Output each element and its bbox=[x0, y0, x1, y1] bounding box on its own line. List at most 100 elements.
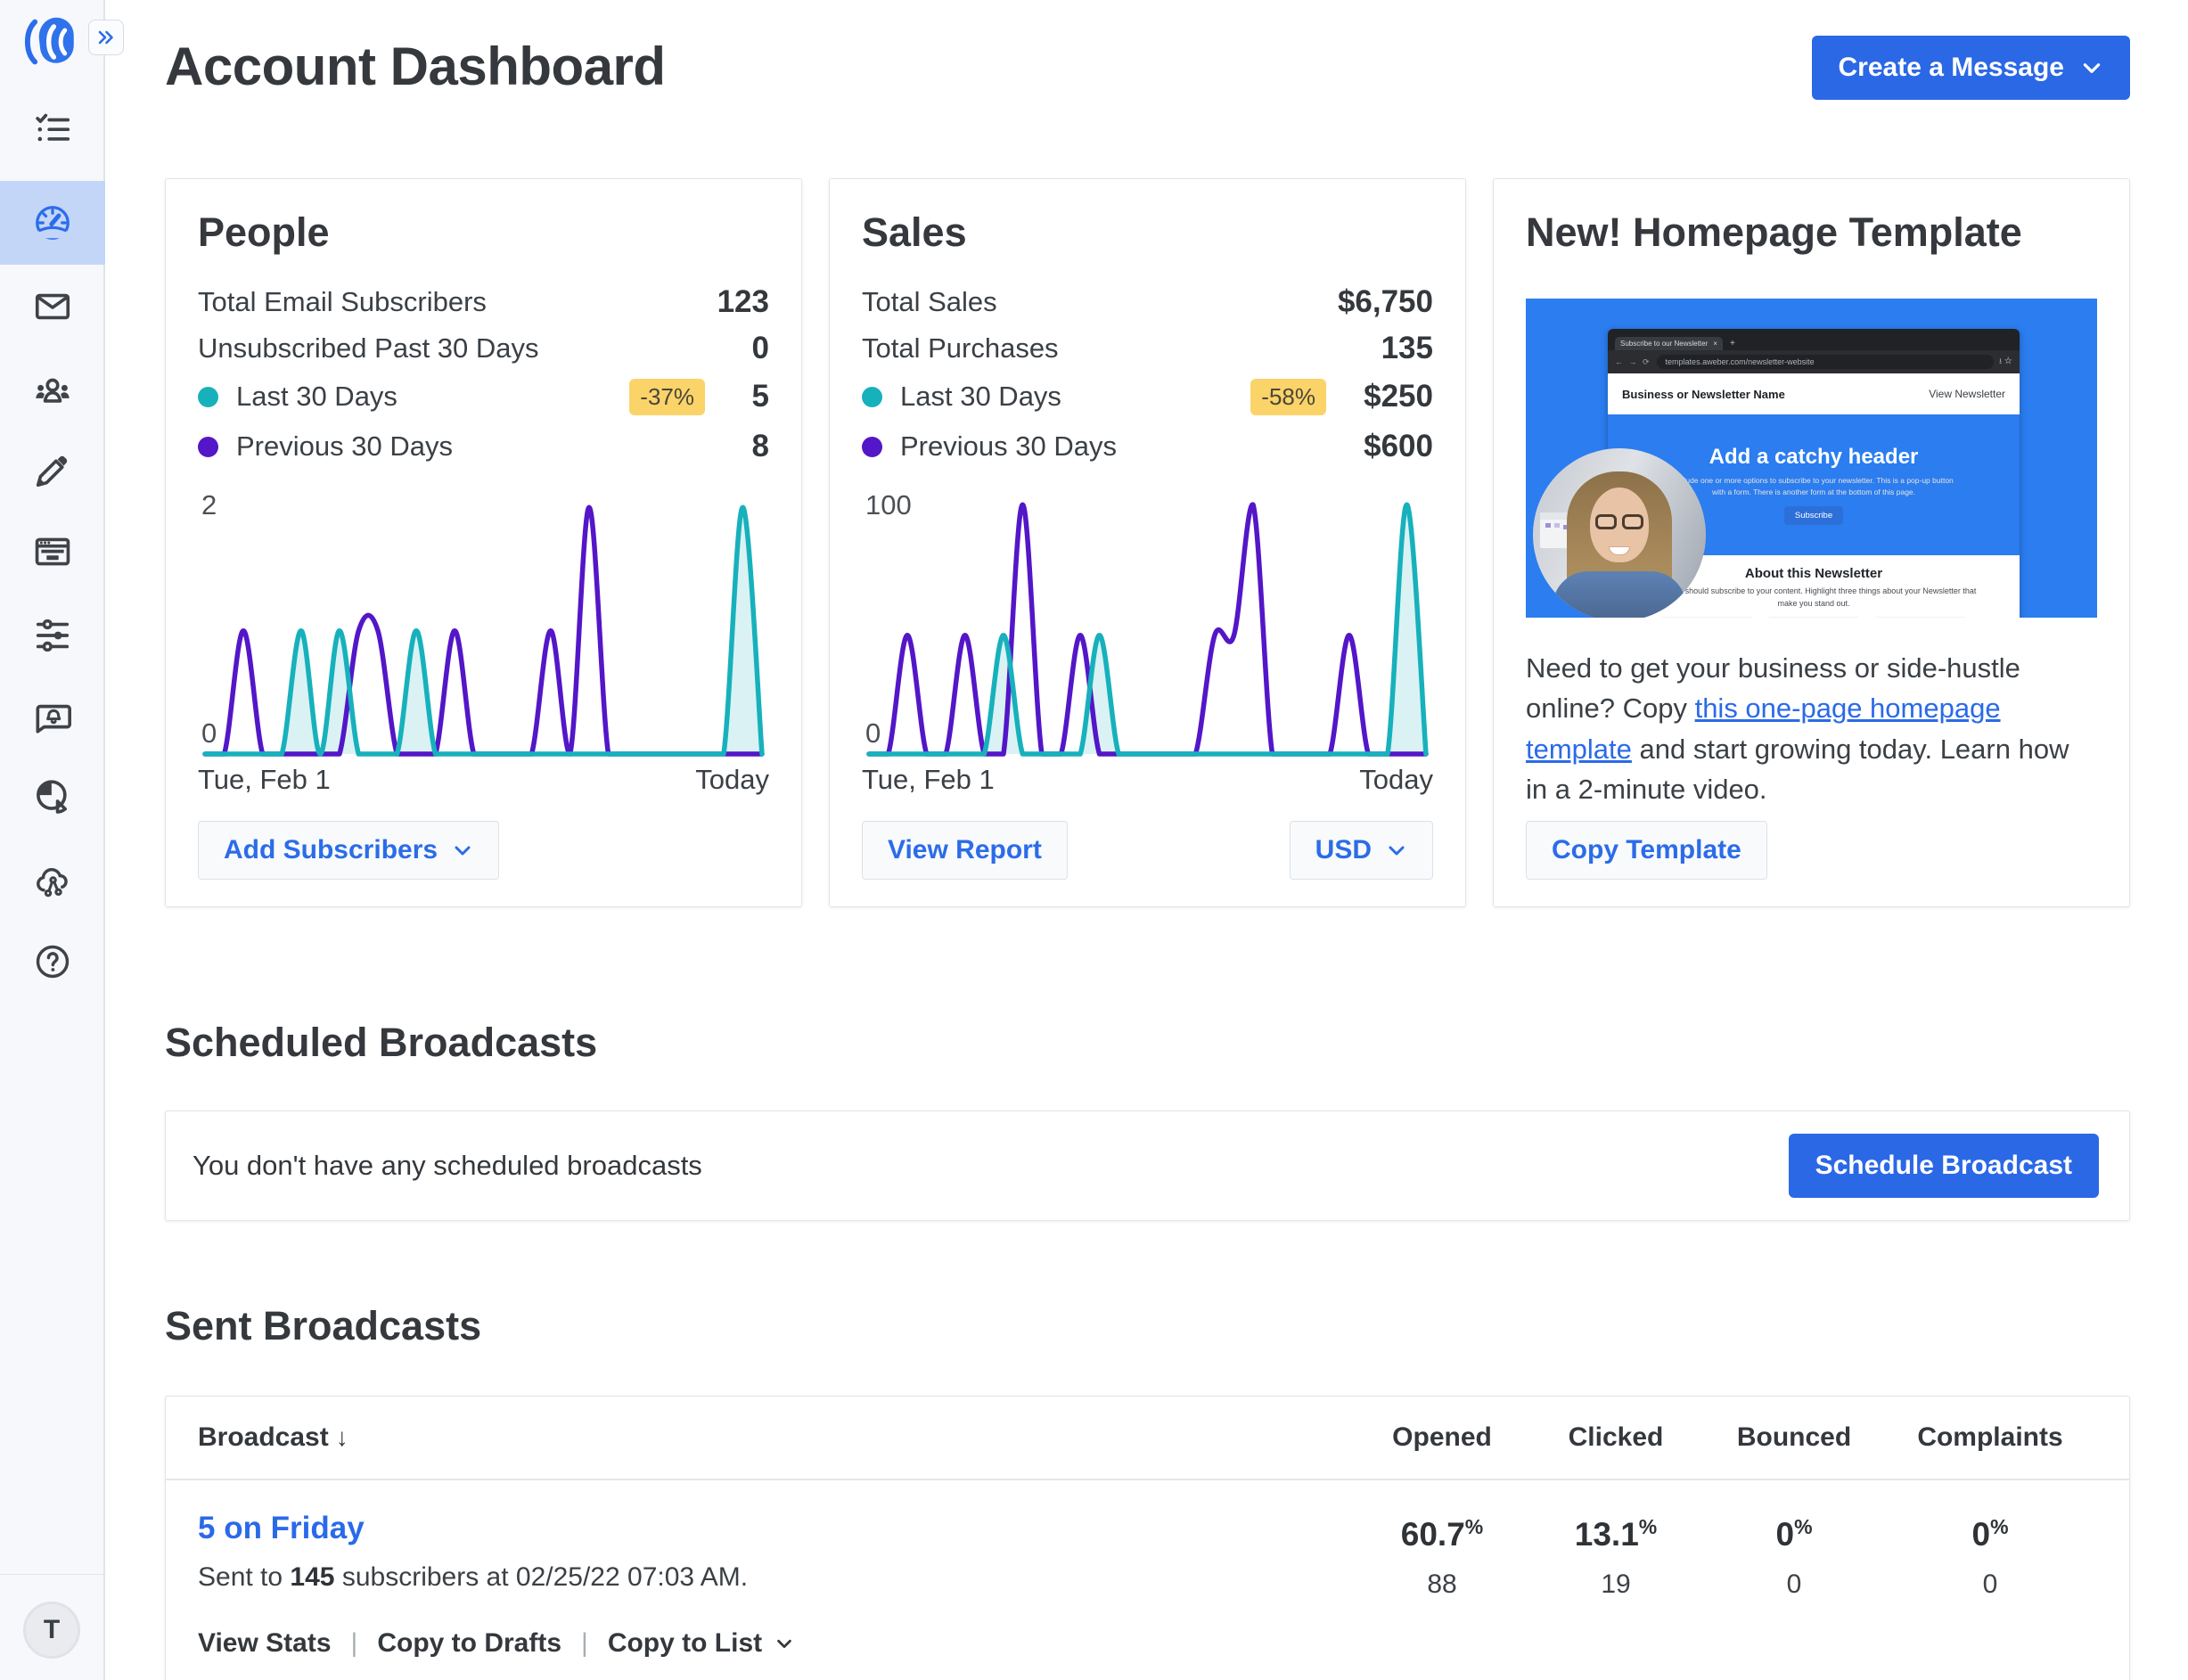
double-chevron-right-icon bbox=[95, 27, 117, 48]
page-header: Account Dashboard Create a Message bbox=[165, 36, 2130, 100]
bounced-stat: 0% 0 bbox=[1705, 1511, 1883, 1659]
sent-broadcasts-table: Broadcast ↓ Opened Clicked Bounced Compl… bbox=[165, 1396, 2130, 1680]
people-icon bbox=[32, 370, 73, 411]
browser-url-bar: ← → ⟳ templates.aweber.com/newsletter-we… bbox=[1608, 350, 2020, 373]
cloud-share-icon bbox=[32, 860, 73, 901]
total-sales-value: $6,750 bbox=[1338, 284, 1433, 320]
column-header-complaints[interactable]: Complaints bbox=[1883, 1422, 2097, 1453]
people-chart: 2 0 Tue, Feb 1 Today bbox=[198, 496, 769, 796]
chevron-down-icon bbox=[452, 840, 473, 861]
scheduled-broadcasts-heading: Scheduled Broadcasts bbox=[165, 1020, 2130, 1066]
sales-card-footer: View Report USD bbox=[862, 821, 1433, 880]
expand-sidebar-button[interactable] bbox=[88, 20, 124, 55]
broadcast-title-link[interactable]: 5 on Friday bbox=[198, 1511, 365, 1546]
total-purchases-value: 135 bbox=[1340, 331, 1433, 366]
sidebar-item-messages[interactable] bbox=[0, 265, 105, 348]
chevron-down-icon bbox=[774, 1634, 794, 1653]
people-card-footer: Add Subscribers bbox=[198, 821, 769, 880]
sales-last-30-days-row: Last 30 Days -58% $250 bbox=[862, 372, 1433, 422]
template-description: Need to get your business or side-hustle… bbox=[1526, 648, 2097, 809]
new-tab-icon: + bbox=[1730, 339, 1735, 350]
aweber-logo[interactable] bbox=[22, 12, 81, 73]
view-stats-link[interactable]: View Stats bbox=[198, 1628, 332, 1659]
browser-tab: Subscribe to our Newsletter × bbox=[1615, 337, 1723, 350]
browser-tab-bar: Subscribe to our Newsletter × + bbox=[1608, 329, 2020, 350]
people-last-30-value: 5 bbox=[719, 379, 769, 414]
people-card-title: People bbox=[198, 209, 769, 256]
browser-nav-icons: ← → ⟳ bbox=[1615, 357, 1651, 367]
unsubscribed-row: Unsubscribed Past 30 Days 0 bbox=[198, 325, 769, 372]
sidebar-item-sign-up-forms[interactable] bbox=[0, 429, 105, 512]
column-header-bounced[interactable]: Bounced bbox=[1705, 1422, 1883, 1453]
people-card: People Total Email Subscribers 123 Unsub… bbox=[165, 178, 802, 907]
broadcast-cell: 5 on Friday Sent to 145 subscribers at 0… bbox=[198, 1511, 1357, 1659]
people-x-labels: Tue, Feb 1 Today bbox=[198, 764, 769, 796]
complaints-count: 0 bbox=[1883, 1569, 2097, 1600]
people-last-30-days-row: Last 30 Days -37% 5 bbox=[198, 372, 769, 422]
sales-card: Sales Total Sales $6,750 Total Purchases… bbox=[829, 178, 1466, 907]
main-content: Account Dashboard Create a Message Peopl… bbox=[105, 0, 2188, 1680]
purple-series-dot bbox=[862, 437, 882, 457]
teal-series-dot bbox=[198, 387, 218, 407]
copy-to-list-link[interactable]: Copy to List bbox=[608, 1628, 794, 1659]
template-card-footer: Copy Template bbox=[1526, 821, 2097, 880]
schedule-broadcast-button[interactable]: Schedule Broadcast bbox=[1789, 1134, 2099, 1198]
browser-action-icons: ⭳ ☆ bbox=[1999, 355, 2012, 369]
table-header-row: Broadcast ↓ Opened Clicked Bounced Compl… bbox=[166, 1397, 2129, 1480]
avatar-initial: T bbox=[44, 1615, 60, 1645]
page-title: Account Dashboard bbox=[165, 36, 666, 97]
chat-bell-icon bbox=[32, 699, 73, 740]
unsubscribed-value: 0 bbox=[719, 331, 769, 366]
total-sales-row: Total Sales $6,750 bbox=[862, 279, 1433, 325]
people-previous-30-days-row: Previous 30 Days 8 bbox=[198, 422, 769, 471]
sidebar-item-tasks[interactable] bbox=[0, 88, 105, 172]
sidebar-item-integrations[interactable] bbox=[0, 839, 105, 922]
sent-broadcasts-heading: Sent Broadcasts bbox=[165, 1303, 2130, 1349]
total-email-subscribers-row: Total Email Subscribers 123 bbox=[198, 279, 769, 325]
teal-series-dot bbox=[862, 387, 882, 407]
sales-change-badge: -58% bbox=[1250, 379, 1326, 415]
sales-x-labels: Tue, Feb 1 Today bbox=[862, 764, 1433, 796]
sidebar-item-help[interactable] bbox=[0, 920, 105, 1004]
column-header-clicked[interactable]: Clicked bbox=[1527, 1422, 1705, 1453]
clicked-count: 19 bbox=[1527, 1569, 1705, 1600]
sidebar-item-automations[interactable] bbox=[0, 594, 105, 677]
column-header-broadcast[interactable]: Broadcast ↓ bbox=[198, 1422, 1357, 1453]
feature-box: ★ bbox=[1766, 617, 1862, 618]
column-header-opened[interactable]: Opened bbox=[1357, 1422, 1527, 1453]
feature-box: ★ bbox=[1873, 617, 1969, 618]
sliders-icon bbox=[32, 615, 73, 656]
sales-last-30-value: $250 bbox=[1340, 379, 1433, 414]
question-circle-icon bbox=[32, 941, 73, 982]
template-subscribe-button: Subscribe bbox=[1784, 506, 1843, 525]
create-message-button[interactable]: Create a Message bbox=[1812, 36, 2130, 100]
envelope-icon bbox=[32, 286, 73, 327]
add-subscribers-button[interactable]: Add Subscribers bbox=[198, 821, 499, 880]
sidebar-item-dashboard[interactable] bbox=[0, 181, 105, 265]
copy-template-button[interactable]: Copy Template bbox=[1526, 821, 1767, 880]
sidebar-item-landing-pages[interactable] bbox=[0, 510, 105, 594]
sidebar-item-subscribers[interactable] bbox=[0, 348, 105, 432]
copy-to-drafts-link[interactable]: Copy to Drafts bbox=[377, 1628, 561, 1659]
pie-chart-icon bbox=[32, 776, 73, 817]
sales-previous-30-days-row: Previous 30 Days $600 bbox=[862, 422, 1433, 471]
template-thumbnail[interactable]: Subscribe to our Newsletter × + ← → ⟳ te… bbox=[1526, 299, 2097, 618]
clicked-stat: 13.1% 19 bbox=[1527, 1511, 1705, 1659]
sidebar-item-reports[interactable] bbox=[0, 755, 105, 839]
total-purchases-row: Total Purchases 135 bbox=[862, 325, 1433, 372]
sidebar-item-notifications[interactable] bbox=[0, 677, 105, 761]
sales-previous-30-value: $600 bbox=[1340, 429, 1433, 464]
presenter-body bbox=[1553, 571, 1686, 618]
user-avatar[interactable]: T bbox=[23, 1602, 80, 1659]
people-chart-plot: 2 0 bbox=[198, 496, 769, 757]
tab-close-icon: × bbox=[1713, 340, 1717, 348]
complaints-stat: 0% 0 bbox=[1883, 1511, 2097, 1659]
template-site-nav: Business or Newsletter Name View Newslet… bbox=[1608, 373, 2020, 414]
template-card-title: New! Homepage Template bbox=[1526, 209, 2097, 256]
scheduled-broadcasts-card: You don't have any scheduled broadcasts … bbox=[165, 1110, 2130, 1221]
purple-series-dot bbox=[198, 437, 218, 457]
bounced-count: 0 bbox=[1705, 1569, 1883, 1600]
currency-select-button[interactable]: USD bbox=[1290, 821, 1433, 880]
scheduled-empty-text: You don't have any scheduled broadcasts bbox=[193, 1150, 702, 1182]
view-report-button[interactable]: View Report bbox=[862, 821, 1068, 880]
